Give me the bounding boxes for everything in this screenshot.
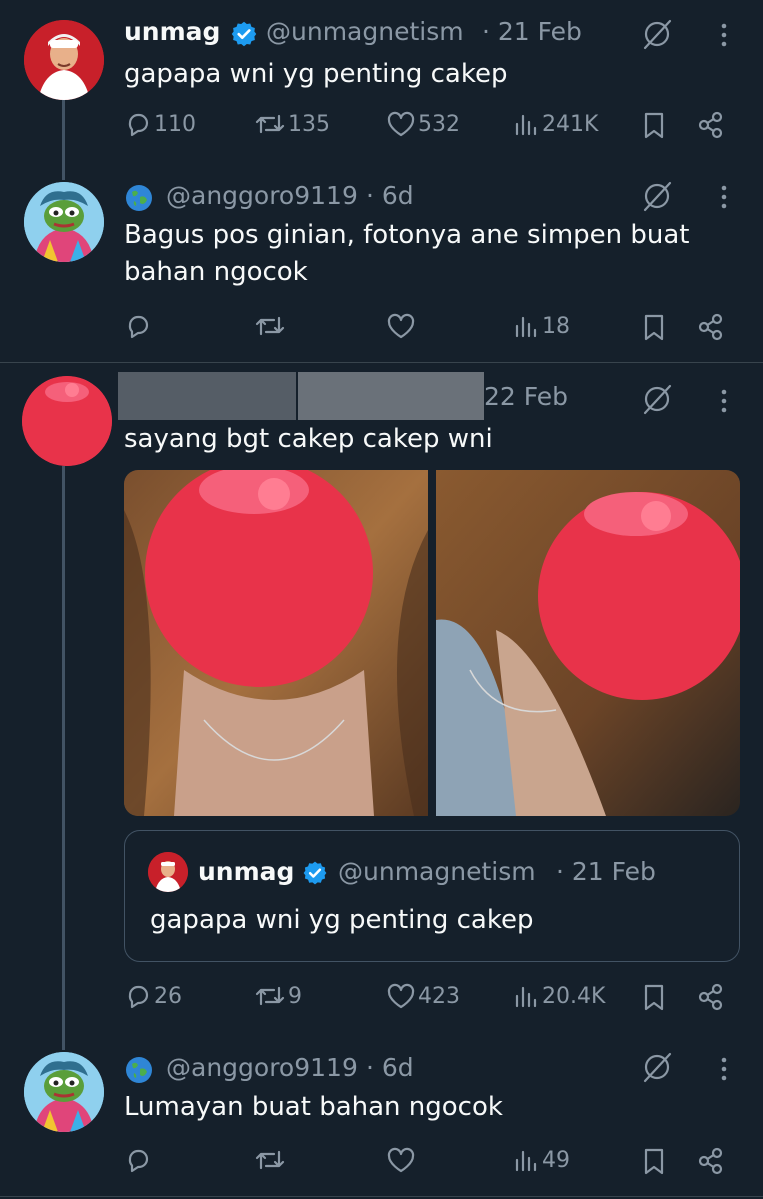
avatar[interactable] xyxy=(24,20,104,100)
retweet-button[interactable]: 135 xyxy=(254,110,330,138)
retweet-icon xyxy=(255,114,285,134)
retweet-count: 9 xyxy=(288,983,302,1009)
like-icon xyxy=(387,111,415,137)
retweet-icon xyxy=(255,1150,285,1170)
retweet-button[interactable] xyxy=(254,312,288,340)
avatar[interactable] xyxy=(24,182,104,262)
like-icon xyxy=(387,1147,415,1173)
grok-icon[interactable] xyxy=(640,382,674,416)
views-count: 18 xyxy=(542,313,570,339)
thread-line xyxy=(62,100,65,180)
divider xyxy=(0,362,763,363)
reply-icon xyxy=(128,113,149,137)
quote-avatar xyxy=(148,852,188,892)
more-icon[interactable] xyxy=(714,1054,734,1084)
like-button[interactable]: 532 xyxy=(386,110,460,138)
share-icon[interactable] xyxy=(696,1146,726,1176)
reply-count: 110 xyxy=(154,111,196,137)
views-button[interactable]: 18 xyxy=(512,312,570,340)
globe-icon xyxy=(126,1057,152,1083)
author-name[interactable]: unmag xyxy=(124,17,220,46)
views-button[interactable]: 49 xyxy=(512,1146,570,1174)
like-button[interactable] xyxy=(386,312,418,340)
quote-timestamp: · 21 Feb xyxy=(556,857,656,886)
retweet-button[interactable]: 9 xyxy=(254,982,302,1010)
share-icon[interactable] xyxy=(696,312,726,342)
like-button[interactable] xyxy=(386,1146,418,1174)
like-icon xyxy=(387,313,415,339)
author-handle[interactable]: @anggoro9119 xyxy=(166,181,358,210)
tweet-text: gapapa wni yg penting cakep xyxy=(124,59,508,89)
views-icon xyxy=(515,316,537,338)
author-handle[interactable]: @anggoro9119 xyxy=(166,1053,358,1082)
quoted-tweet-card[interactable] xyxy=(124,830,740,962)
avatar[interactable] xyxy=(24,1052,104,1132)
reply-icon xyxy=(128,985,149,1009)
more-icon[interactable] xyxy=(714,182,734,212)
bookmark-icon[interactable] xyxy=(640,312,668,342)
media-image[interactable] xyxy=(436,470,740,816)
views-count: 241K xyxy=(542,111,599,137)
views-icon xyxy=(515,986,537,1008)
views-button[interactable]: 20.4K xyxy=(512,982,605,1010)
share-icon[interactable] xyxy=(696,982,726,1012)
more-icon[interactable] xyxy=(714,386,734,416)
like-button[interactable]: 423 xyxy=(386,982,460,1010)
tweet-text: Lumayan buat bahan ngocok xyxy=(124,1092,503,1122)
reply-icon xyxy=(128,315,149,339)
reply-icon xyxy=(128,1149,149,1173)
views-icon xyxy=(515,1150,537,1172)
retweet-count: 135 xyxy=(288,111,330,137)
reply-button[interactable] xyxy=(124,1146,154,1174)
like-count: 532 xyxy=(418,111,460,137)
tweet-text: Bagus pos ginian, fotonya ane simpen bua… xyxy=(124,220,690,287)
share-icon[interactable] xyxy=(696,110,726,140)
retweet-button[interactable] xyxy=(254,1146,288,1174)
grok-icon[interactable] xyxy=(640,17,674,51)
reply-button[interactable]: 110 xyxy=(124,110,196,138)
avatar-redacted[interactable] xyxy=(22,376,112,466)
quote-author-name: unmag xyxy=(198,857,295,886)
bookmark-icon[interactable] xyxy=(640,110,668,140)
views-button[interactable]: 241K xyxy=(512,110,598,138)
like-count: 423 xyxy=(418,983,460,1009)
author-handle[interactable]: @unmagnetism xyxy=(266,17,464,46)
bookmark-icon[interactable] xyxy=(640,1146,668,1176)
redacted-name-block xyxy=(118,372,296,420)
grok-icon[interactable] xyxy=(640,179,674,213)
quote-author-handle: @unmagnetism xyxy=(338,857,536,886)
views-count: 20.4K xyxy=(542,983,606,1009)
globe-icon xyxy=(126,185,152,211)
grok-icon[interactable] xyxy=(640,1050,674,1084)
like-icon xyxy=(387,983,415,1009)
redacted-handle-block xyxy=(298,372,484,420)
timestamp[interactable]: · 6d xyxy=(366,181,414,210)
reply-button[interactable] xyxy=(124,312,154,340)
more-icon[interactable] xyxy=(714,20,734,50)
timestamp[interactable]: 22 Feb xyxy=(484,382,568,411)
timestamp[interactable]: · 21 Feb xyxy=(482,17,582,46)
verified-badge-icon xyxy=(231,21,257,47)
retweet-icon xyxy=(255,986,285,1006)
retweet-icon xyxy=(255,316,285,336)
views-count: 49 xyxy=(542,1147,570,1173)
quote-text: gapapa wni yg penting cakep xyxy=(150,905,534,935)
divider xyxy=(0,1196,763,1197)
timestamp[interactable]: · 6d xyxy=(366,1053,414,1082)
reply-count: 26 xyxy=(154,983,182,1009)
views-icon xyxy=(515,114,537,136)
verified-badge-icon xyxy=(303,861,327,885)
thread-line xyxy=(62,466,65,1050)
tweet-text: sayang bgt cakep cakep wni xyxy=(124,424,493,454)
bookmark-icon[interactable] xyxy=(640,982,668,1012)
media-image[interactable] xyxy=(124,470,428,816)
reply-button[interactable]: 26 xyxy=(124,982,182,1010)
